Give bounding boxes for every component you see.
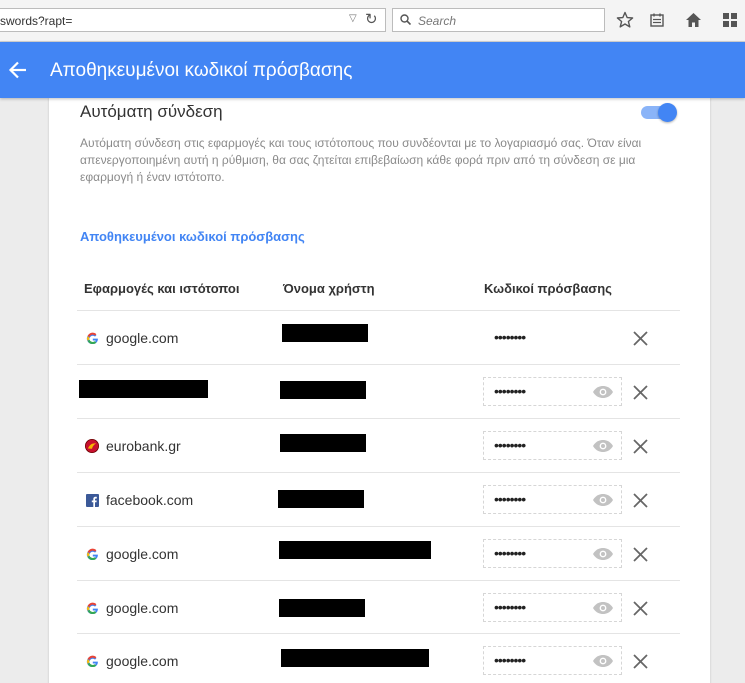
search-box[interactable]: Search	[392, 8, 605, 32]
site-label: facebook.com	[106, 492, 194, 508]
password-row: google.com ••••••••	[77, 580, 680, 634]
google-icon	[85, 547, 99, 561]
show-password-eye-icon[interactable]	[592, 385, 614, 399]
site-label: google.com	[106, 546, 179, 562]
redacted-username	[282, 324, 368, 342]
site-label: eurobank.gr	[106, 438, 181, 454]
delete-icon[interactable]	[632, 653, 649, 670]
bookmark-star-icon[interactable]	[615, 10, 635, 30]
password-row: ••••••••	[77, 364, 680, 418]
show-password-eye-icon[interactable]	[592, 493, 614, 507]
show-password-eye-icon[interactable]	[592, 547, 614, 561]
show-password-eye-icon[interactable]	[592, 654, 614, 668]
autosignin-description: Αυτόματη σύνδεση στις εφαρμογές και τους…	[80, 136, 642, 184]
password-row: eurobank.gr ••••••••	[77, 418, 680, 472]
app-header: Αποθηκευμένοι κωδικοί πρόσβασης	[0, 42, 745, 98]
password-value: ••••••••	[494, 599, 526, 615]
settings-card: Αυτόματη σύνδεση Αυτόματη σύνδεση στις ε…	[49, 98, 710, 683]
home-icon[interactable]	[683, 10, 703, 30]
page-title: Αποθηκευμένοι κωδικοί πρόσβασης	[50, 60, 353, 81]
site-label: google.com	[106, 600, 179, 616]
password-row: google.com ••••••••	[77, 633, 680, 683]
site-cell: google.com	[85, 581, 178, 635]
column-header-password: Κωδικοί πρόσβασης	[484, 281, 612, 296]
delete-icon[interactable]	[632, 600, 649, 617]
autosignin-title: Αυτόματη σύνδεση	[80, 102, 223, 121]
redacted-username	[279, 541, 431, 559]
delete-icon[interactable]	[632, 546, 649, 563]
delete-icon[interactable]	[632, 384, 649, 401]
back-arrow-icon[interactable]	[8, 58, 28, 82]
redacted-site	[79, 380, 208, 398]
password-value: ••••••••	[494, 383, 526, 399]
eurobank-icon	[85, 439, 99, 453]
delete-icon[interactable]	[632, 492, 649, 509]
dropdown-arrow-icon[interactable]: ▽	[349, 13, 357, 24]
delete-icon[interactable]	[632, 438, 649, 455]
redacted-username	[281, 649, 429, 667]
reading-list-icon[interactable]	[647, 10, 667, 30]
google-icon	[85, 331, 99, 345]
site-cell: google.com	[85, 634, 178, 683]
password-field: ••••••••	[483, 431, 622, 460]
password-field: ••••••••	[483, 593, 622, 622]
password-row: google.com ••••••••	[77, 526, 680, 580]
password-value: ••••••••	[494, 491, 526, 507]
google-icon	[85, 601, 99, 615]
site-label: google.com	[106, 653, 179, 669]
show-password-eye-icon[interactable]	[592, 601, 614, 615]
passwords-section-title: Αποθηκευμένοι κωδικοί πρόσβασης	[80, 229, 305, 244]
password-field: ••••••••	[483, 646, 622, 675]
redacted-username	[278, 490, 364, 508]
delete-icon[interactable]	[632, 330, 649, 347]
password-field: ••••••••	[483, 377, 622, 406]
search-input[interactable]: Search	[418, 14, 456, 28]
password-value: ••••••••	[494, 545, 526, 561]
column-header-username: Όνομα χρήστη	[283, 281, 375, 296]
password-field: ••••••••	[483, 539, 622, 568]
toggle-knob	[658, 103, 677, 122]
redacted-username	[279, 599, 365, 617]
site-label: google.com	[106, 330, 179, 346]
site-cell: google.com	[85, 311, 178, 365]
site-cell: facebook.com	[85, 473, 193, 527]
password-field: ••••••••	[483, 485, 622, 514]
search-icon	[400, 14, 411, 25]
google-icon	[85, 654, 99, 668]
autosignin-toggle[interactable]	[641, 103, 677, 122]
facebook-icon	[85, 493, 99, 507]
password-value: ••••••••	[494, 652, 526, 668]
show-password-eye-icon[interactable]	[592, 439, 614, 453]
password-value: ••••••••	[494, 329, 526, 345]
password-field: ••••••••	[483, 323, 622, 352]
extensions-icon[interactable]	[720, 10, 740, 30]
password-value: ••••••••	[494, 437, 526, 453]
password-row: google.com ••••••••	[77, 310, 680, 364]
address-bar[interactable]: swords?rapt= ▽ ↻	[0, 8, 386, 32]
address-bar-text: swords?rapt=	[0, 14, 73, 28]
browser-toolbar: swords?rapt= ▽ ↻ Search	[0, 0, 745, 42]
site-cell: google.com	[85, 527, 178, 581]
reload-icon[interactable]: ↻	[365, 10, 378, 28]
redacted-username	[280, 434, 366, 452]
site-cell: eurobank.gr	[85, 419, 181, 473]
redacted-username	[280, 381, 366, 399]
column-header-site: Εφαρμογές και ιστότοποι	[84, 281, 240, 296]
password-row: facebook.com ••••••••	[77, 472, 680, 526]
